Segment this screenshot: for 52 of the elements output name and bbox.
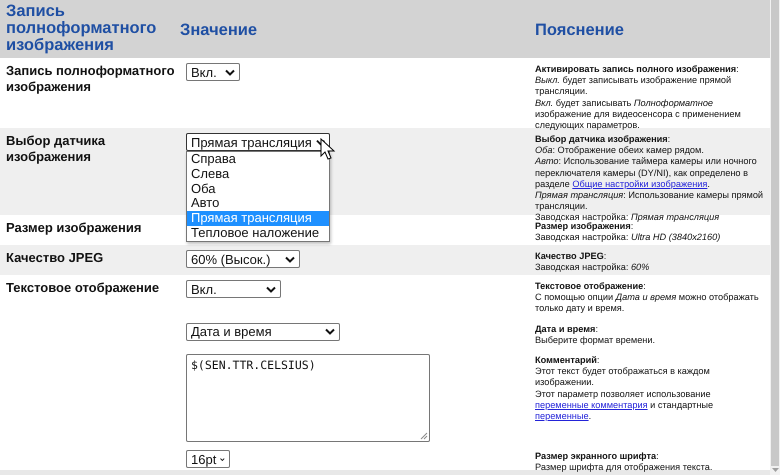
- note-text: Прямая трансляция: Использование камеры прямой трансляции.: [535, 190, 764, 212]
- note-text: Размер изображения:: [535, 221, 634, 232]
- resize-grip-icon: [420, 432, 428, 440]
- dropdown[interactable]: Вкл.: [186, 63, 240, 81]
- note-text: Заводская настройка: 60%: [535, 262, 650, 274]
- note-text: Размер шрифта для отображения текста.: [535, 462, 714, 474]
- setting-label: Текстовое отображение: [5, 280, 160, 297]
- chevron-down-icon: [325, 328, 335, 336]
- link[interactable]: Общие настройки изображения: [572, 178, 708, 189]
- note-text: Оба: Отображение обеих камер рядом.: [535, 145, 705, 156]
- chevron-down-icon: [266, 286, 276, 292]
- note-text: Выберите формат времени.: [535, 334, 656, 346]
- dropdown[interactable]: Вкл.: [186, 280, 281, 298]
- setting-label: Выбор датчика изображения: [5, 133, 106, 166]
- note-text: Вкл. будет записывать Полноформатное изображение для видеосенсора с применением следующих параметров.: [535, 98, 742, 132]
- chevron-down-icon: [220, 456, 225, 463]
- note-text: С помощью опции Дата и время можно отображать только дату и время.: [535, 292, 760, 315]
- setting-label: Качество JPEG: [5, 250, 104, 267]
- chevron-down-icon: [285, 256, 295, 262]
- note-text: Комментарий:: [535, 355, 600, 366]
- column-header: Значение: [180, 22, 258, 39]
- dropdown-option[interactable]: Оба: [187, 182, 329, 196]
- chevron-down-icon: [225, 68, 235, 76]
- scrollbar-thumb[interactable]: [771, 0, 779, 466]
- note-text: Активировать запись полного изображения:: [535, 64, 740, 76]
- chevron-down-icon: [316, 138, 325, 146]
- dropdown[interactable]: 16pt: [186, 450, 230, 468]
- column-header: Пояснение: [535, 22, 625, 39]
- dropdown-option[interactable]: Авто: [187, 196, 329, 212]
- note-text: Размер экранного шрифта:: [535, 451, 660, 462]
- dropdown-option[interactable]: Тепловое наложение: [187, 226, 329, 241]
- dropdown[interactable]: Прямая трансляция: [186, 133, 330, 151]
- note-text: Авто: Использование таймера камеры или ночного переключателя камеры (DY/NI), как определено в разделе Общие настройки изображения.: [535, 156, 758, 190]
- note-text: Дата и время:: [535, 324, 599, 335]
- note-text: Выбор датчика изображения:: [535, 134, 672, 146]
- note-text: Этот текст будет отображаться в каждом изображении.: [535, 366, 711, 389]
- dropdown-option[interactable]: Слева: [187, 166, 329, 182]
- note-text: Качество JPEG:: [535, 251, 608, 262]
- note-text: Выкл. будет записывать изображение прямой трансляции.: [535, 75, 732, 98]
- note-text: Заводская настройка: Ultra HD (3840x2160): [535, 232, 722, 244]
- setting-label: Запись полноформатного изображения: [5, 63, 176, 96]
- note-text: Этот параметр позволяет использование переменные комментария и стандартные переменные.: [535, 388, 714, 422]
- note-text: Заводская настройка: Прямая трансляция: [535, 212, 720, 222]
- note-text: Текстовое отображение:: [535, 281, 647, 292]
- column-header: Запись полноформатного изображения: [5, 3, 158, 54]
- link[interactable]: переменные комментария: [535, 400, 648, 410]
- dropdown[interactable]: 60% (Высок.): [186, 250, 300, 268]
- setting-label: Размер изображения: [5, 220, 142, 237]
- dropdown[interactable]: Дата и время: [186, 322, 340, 341]
- comment-field[interactable]: $(SEN.TTR.CELSIUS): [186, 354, 430, 442]
- link[interactable]: переменные: [535, 411, 589, 422]
- scroll-down-icon[interactable]: [772, 468, 778, 473]
